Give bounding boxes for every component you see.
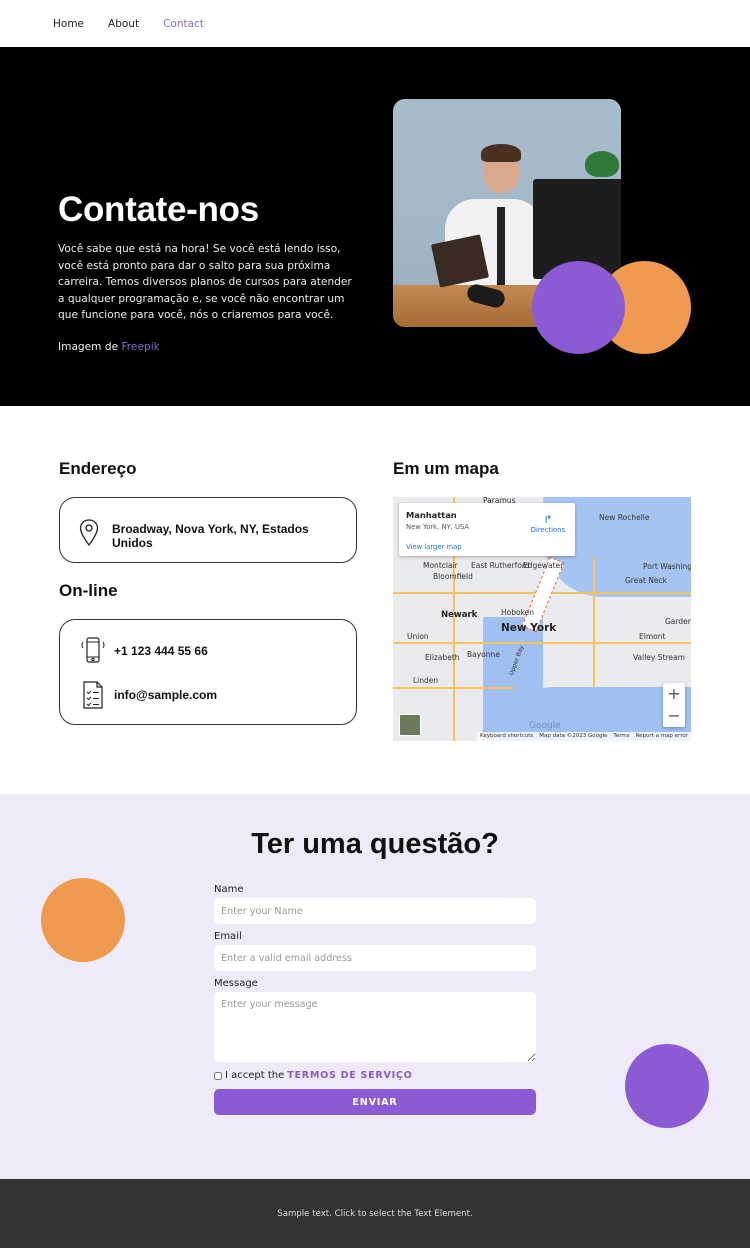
decor-circle-purple <box>625 1044 709 1128</box>
email-input[interactable] <box>214 945 536 971</box>
map-attribution: Keyboard shortcuts Map data ©2023 Google… <box>476 732 691 741</box>
map-place-card: Manhattan New York, NY, USA View larger … <box>399 503 575 556</box>
terms-consent: I accept the TERMOS DE SERVIÇO <box>214 1070 413 1081</box>
address-heading: Endereço <box>59 459 137 478</box>
name-label: Name <box>214 884 244 895</box>
email-value[interactable]: info@sample.com <box>114 688 217 702</box>
nav-home[interactable]: Home <box>53 18 84 30</box>
address-value: Broadway, Nova York, NY, Estados Unidos <box>112 522 309 550</box>
photo-tie <box>497 207 505 287</box>
google-map[interactable]: Paramus New Rochelle Montclair East Ruth… <box>393 497 691 741</box>
zoom-in-button[interactable]: + <box>663 683 685 705</box>
map-place-title: Manhattan <box>406 510 457 520</box>
map-label: Valley Stream <box>633 653 685 662</box>
keyboard-shortcuts-link[interactable]: Keyboard shortcuts <box>480 732 533 741</box>
map-road <box>393 642 691 644</box>
photo-hair <box>481 144 521 162</box>
credit-prefix: Imagem de <box>58 341 122 353</box>
map-label: Linden <box>413 676 439 685</box>
map-label: Hoboken <box>501 608 535 617</box>
submit-button[interactable]: ENVIAR <box>214 1089 536 1115</box>
map-label: Garden City <box>665 617 691 626</box>
map-label: Elmont <box>639 632 666 641</box>
footer: Sample text. Click to select the Text El… <box>0 1179 750 1248</box>
decor-circle-purple <box>532 261 625 354</box>
terms-link[interactable]: Terms <box>613 732 629 741</box>
map-label: Bloomfield <box>433 572 473 581</box>
directions-label: Directions <box>530 526 565 534</box>
document-list-icon <box>78 680 108 710</box>
map-label: Elizabeth <box>425 653 460 662</box>
location-pin-icon <box>78 518 100 548</box>
phone-icon <box>78 636 108 666</box>
phone-value[interactable]: +1 123 444 55 66 <box>114 644 208 658</box>
map-label: Port Washington <box>643 562 691 571</box>
map-label: Montclair <box>423 561 458 570</box>
contact-info-section: Endereço Broadway, Nova York, NY, Estado… <box>0 406 750 794</box>
view-larger-map-link[interactable]: View larger map <box>406 543 462 551</box>
map-heading: Em um mapa <box>393 459 499 478</box>
top-nav: Home About Contact <box>0 0 750 47</box>
online-heading: On-line <box>59 581 118 600</box>
name-input[interactable] <box>214 898 536 924</box>
map-label: Newark <box>441 610 478 620</box>
map-label: East Rutherford <box>471 561 530 570</box>
zoom-out-button[interactable]: − <box>663 705 685 727</box>
address-card: Broadway, Nova York, NY, Estados Unidos <box>59 497 357 563</box>
online-card: +1 123 444 55 66 info@sample.com <box>59 619 357 725</box>
hero-title: Contate-nos <box>58 190 259 229</box>
hero-lead: Você sabe que está na hora! Se você está… <box>58 243 352 322</box>
form-heading: Ter uma questão? <box>251 828 499 860</box>
accept-terms-checkbox[interactable] <box>214 1071 222 1080</box>
google-logo: Google <box>529 721 561 731</box>
map-road <box>393 687 513 689</box>
map-road <box>593 557 595 687</box>
map-label: Edgewater <box>523 561 564 570</box>
nav-contact[interactable]: Contact <box>163 18 204 30</box>
satellite-toggle[interactable] <box>399 714 421 736</box>
report-error-link[interactable]: Report a map error <box>636 732 688 741</box>
question-form-section: Ter uma questão? Name Email Message I ac… <box>0 794 750 1179</box>
map-data-text: Map data ©2023 Google <box>539 733 608 739</box>
map-label: New York <box>501 622 557 634</box>
map-zoom-controls: + − <box>663 683 685 727</box>
map-label: Union <box>407 632 429 641</box>
decor-circle-orange <box>41 878 125 962</box>
message-textarea[interactable] <box>214 992 536 1062</box>
image-credit: Imagem de Freepik <box>58 341 160 353</box>
map-label: New Rochelle <box>599 513 650 522</box>
freepik-link[interactable]: Freepik <box>121 341 159 353</box>
message-label: Message <box>214 978 258 989</box>
nav-about[interactable]: About <box>108 18 139 30</box>
map-label: Bayonne <box>467 650 500 659</box>
map-label: Great Neck <box>625 576 667 585</box>
footer-text[interactable]: Sample text. Click to select the Text El… <box>277 1209 472 1219</box>
photo-plant <box>585 151 619 177</box>
directions-button[interactable]: ↱ Directions <box>531 513 565 534</box>
terms-of-service-link[interactable]: TERMOS DE SERVIÇO <box>287 1070 412 1081</box>
map-place-subtitle: New York, NY, USA <box>406 523 470 531</box>
email-label: Email <box>214 931 242 942</box>
accept-terms-label: I accept the <box>225 1070 285 1081</box>
directions-icon: ↱ <box>543 513 553 526</box>
hero-section: Contate-nos Você sabe que está na hora! … <box>0 47 750 406</box>
